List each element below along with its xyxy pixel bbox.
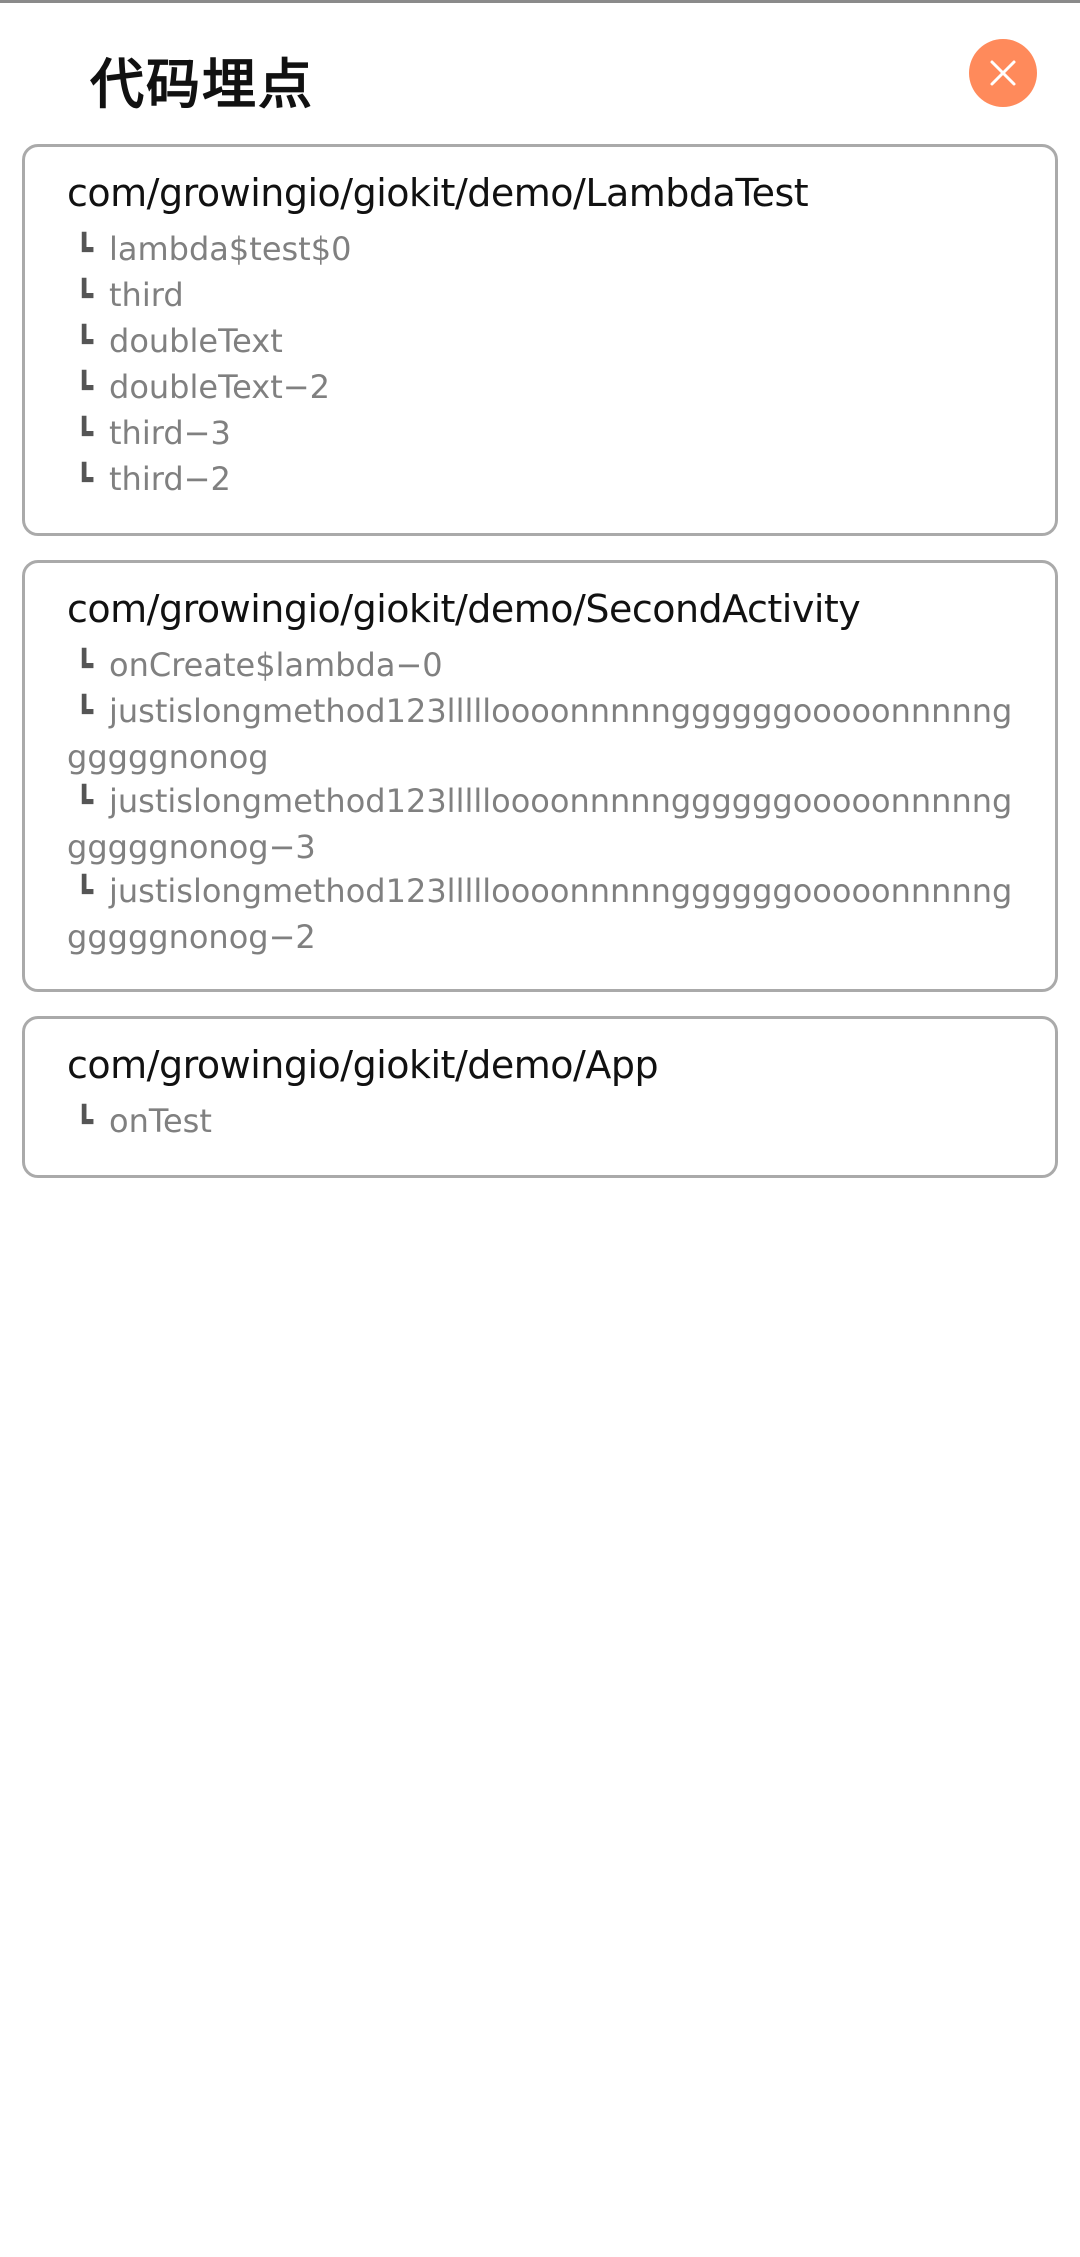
method-item: ┗ justislongmethod123llllloooonnnnngggggg… (67, 689, 1015, 779)
tree-branch-icon: ┗ (75, 233, 94, 268)
method-item: ┗ third−3 (67, 411, 1015, 457)
tracking-list: com/growingio/giokit/demo/LambdaTest ┗ la… (22, 144, 1058, 1202)
class-name: com/growingio/giokit/demo/LambdaTest (67, 171, 809, 215)
method-item: ┗ lambda$test$0 (67, 227, 1015, 273)
class-name: com/growingio/giokit/demo/App (67, 1043, 659, 1087)
method-item: ┗ onCreate$lambda−0 (67, 643, 1015, 689)
tree-branch-icon: ┗ (75, 1105, 94, 1140)
tree-branch-icon: ┗ (75, 695, 94, 730)
method-item: ┗ third−2 (67, 457, 1015, 503)
method-name: justislongmethod123llllloooonnnnnggggggo… (67, 692, 1013, 776)
method-item: ┗ doubleText−2 (67, 365, 1015, 411)
class-name: com/growingio/giokit/demo/SecondActivity (67, 587, 861, 631)
method-name: third (109, 276, 184, 314)
method-item: ┗ onTest (67, 1099, 1015, 1145)
close-button[interactable] (969, 39, 1037, 107)
method-name: justislongmethod123llllloooonnnnnggggggo… (67, 872, 1013, 956)
tree-branch-icon: ┗ (75, 463, 94, 498)
method-name: third−2 (109, 460, 231, 498)
method-name: doubleText−2 (109, 368, 330, 406)
method-item: ┗ third (67, 273, 1015, 319)
tree-branch-icon: ┗ (75, 279, 94, 314)
method-name: onTest (109, 1102, 212, 1140)
tree-branch-icon: ┗ (75, 785, 94, 820)
class-card[interactable]: com/growingio/giokit/demo/LambdaTest ┗ la… (22, 144, 1058, 536)
close-icon (990, 60, 1016, 86)
class-card[interactable]: com/growingio/giokit/demo/SecondActivity… (22, 560, 1058, 992)
tree-branch-icon: ┗ (75, 875, 94, 910)
method-name: lambda$test$0 (109, 230, 352, 268)
method-item: ┗ justislongmethod123llllloooonnnnngggggg… (67, 779, 1015, 869)
class-card[interactable]: com/growingio/giokit/demo/App ┗ onTest (22, 1016, 1058, 1178)
method-name: onCreate$lambda−0 (109, 646, 443, 684)
page-title: 代码埋点 (90, 53, 314, 116)
tree-branch-icon: ┗ (75, 325, 94, 360)
method-name: third−3 (109, 414, 231, 452)
tree-branch-icon: ┗ (75, 649, 94, 684)
method-item: ┗ doubleText (67, 319, 1015, 365)
tree-branch-icon: ┗ (75, 371, 94, 406)
method-name: justislongmethod123llllloooonnnnnggggggo… (67, 782, 1013, 866)
page-header: 代码埋点 (0, 0, 1080, 140)
method-name: doubleText (109, 322, 283, 360)
tree-branch-icon: ┗ (75, 417, 94, 452)
method-item: ┗ justislongmethod123llllloooonnnnngggggg… (67, 869, 1015, 959)
